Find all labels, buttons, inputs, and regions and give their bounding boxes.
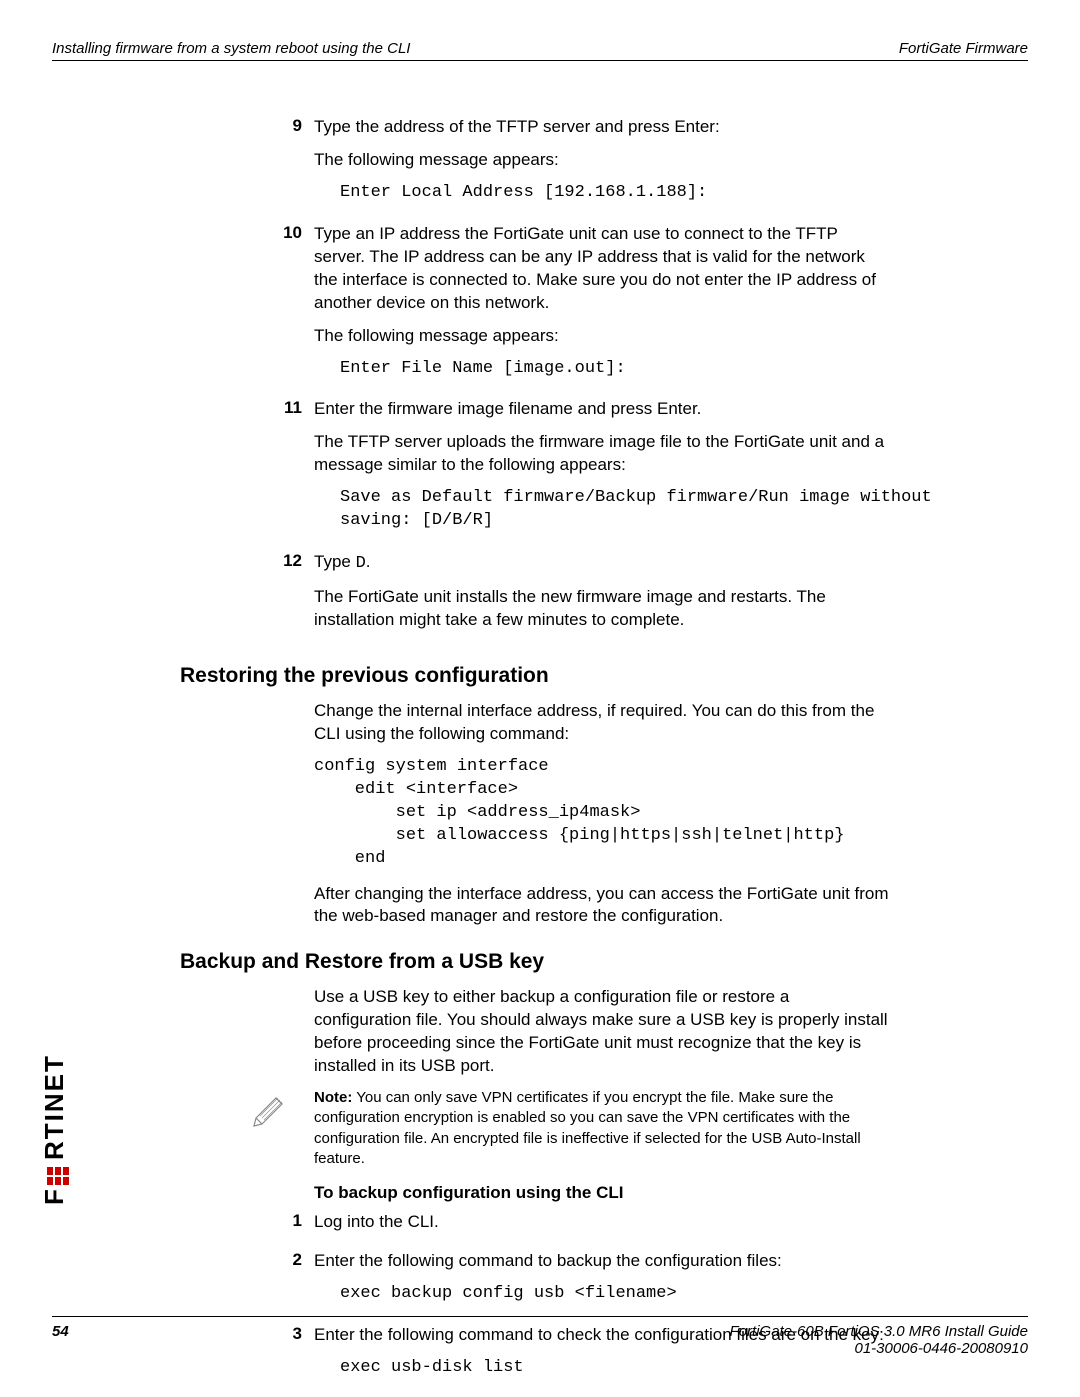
code-block: Enter Local Address [192.168.1.188]:	[340, 182, 890, 205]
step-number: 10	[180, 223, 314, 243]
text-span: .	[366, 552, 371, 571]
running-header-left: Installing firmware from a system reboot…	[52, 40, 410, 57]
step-text: Type an IP address the FortiGate unit ca…	[314, 223, 890, 315]
step-text: The following message appears:	[314, 149, 890, 172]
step-text: The FortiGate unit installs the new firm…	[314, 586, 890, 632]
footer-title: FortiGate-60B FortiOS 3.0 MR6 Install Gu…	[730, 1323, 1028, 1340]
note-icon	[248, 1088, 290, 1135]
step-text: Enter the firmware image filename and pr…	[314, 398, 932, 421]
step-number: 9	[180, 116, 314, 136]
note-block: Note: You can only save VPN certificates…	[180, 1088, 890, 1169]
step-text: Type D.	[314, 551, 890, 576]
step-number: 1	[180, 1211, 314, 1231]
subheading-backup-cli: To backup configuration using the CLI	[314, 1183, 890, 1203]
paragraph: After changing the interface address, yo…	[314, 883, 890, 929]
paragraph: Use a USB key to either backup a configu…	[314, 986, 890, 1078]
heading-restoring: Restoring the previous configuration	[180, 664, 890, 688]
note-body: You can only save VPN certificates if yo…	[314, 1089, 861, 1167]
step-text: Log into the CLI.	[314, 1211, 890, 1234]
step-text: Type the address of the TFTP server and …	[314, 116, 890, 139]
footer-rule	[52, 1316, 1028, 1317]
note-label: Note:	[314, 1089, 352, 1106]
step-text: Enter the following command to backup th…	[314, 1250, 890, 1273]
paragraph: Change the internal interface address, i…	[314, 700, 890, 746]
code-block: exec backup config usb <filename>	[340, 1283, 890, 1306]
page-number: 54	[52, 1323, 69, 1357]
fortinet-logo-icon: F RTINET	[42, 1010, 72, 1225]
header-rule	[52, 60, 1028, 61]
text-span: Type	[314, 552, 356, 571]
code-block: Enter File Name [image.out]:	[340, 358, 890, 381]
heading-usb: Backup and Restore from a USB key	[180, 950, 890, 974]
step-10: 10 Type an IP address the FortiGate unit…	[180, 223, 890, 393]
code-block: Save as Default firmware/Backup firmware…	[340, 487, 932, 533]
code-block: exec usb-disk list	[340, 1357, 890, 1380]
step-12: 12 Type D. The FortiGate unit installs t…	[180, 551, 890, 642]
inline-code: D	[356, 554, 366, 573]
usb-step-2: 2 Enter the following command to backup …	[180, 1250, 890, 1318]
svg-text:RTINET: RTINET	[42, 1054, 69, 1160]
usb-step-1: 1 Log into the CLI.	[180, 1211, 890, 1244]
step-9: 9 Type the address of the TFTP server an…	[180, 116, 890, 217]
step-number: 12	[180, 551, 314, 571]
step-number: 11	[180, 398, 314, 418]
step-number: 2	[180, 1250, 314, 1270]
running-header-right: FortiGate Firmware	[899, 40, 1028, 57]
step-text: The TFTP server uploads the firmware ima…	[314, 431, 932, 477]
code-block: config system interface edit <interface>…	[314, 756, 890, 871]
step-text: The following message appears:	[314, 325, 890, 348]
svg-text:F: F	[42, 1187, 69, 1205]
footer-docid: 01-30006-0446-20080910	[730, 1340, 1028, 1357]
step-11: 11 Enter the firmware image filename and…	[180, 398, 890, 545]
note-text: Note: You can only save VPN certificates…	[314, 1088, 890, 1169]
